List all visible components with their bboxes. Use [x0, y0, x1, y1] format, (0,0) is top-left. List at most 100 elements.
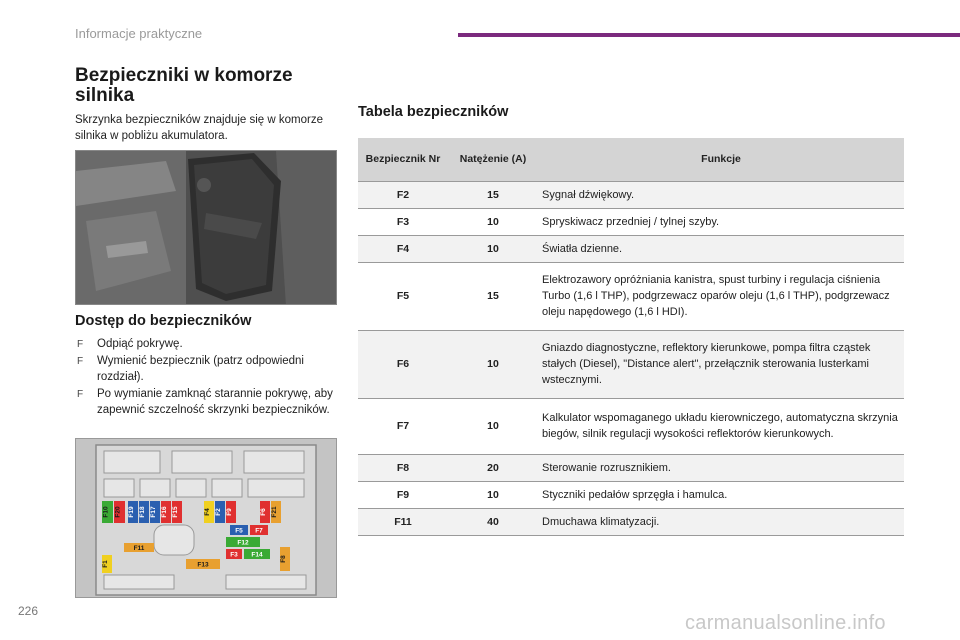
fuse-box-diagram: F10 F20 F19 F18 F17 F16 F15 F4 F2 F9 F6 … — [75, 438, 337, 598]
fuse-function: Sterowanie rozrusznikiem. — [538, 454, 904, 482]
step-bullet-icon: F — [77, 389, 84, 400]
svg-text:F15: F15 — [172, 506, 179, 518]
svg-text:F18: F18 — [139, 506, 146, 518]
access-steps-list: F Odpiąć pokrywę. F Wymienić bezpiecznik (… — [75, 336, 337, 419]
fuse-F20: F20 — [114, 501, 125, 523]
list-item: F Po wymianie zamknąć starannie pokrywę, … — [75, 386, 337, 418]
fuse-number: F5 — [358, 262, 448, 331]
fuse-amperage: 15 — [448, 262, 538, 331]
fuse-F17: F17 — [150, 501, 160, 523]
fuse-F2: F2 — [215, 501, 225, 523]
svg-text:F20: F20 — [115, 506, 122, 518]
fuse-amperage: 10 — [448, 330, 538, 399]
svg-text:F6: F6 — [260, 508, 267, 516]
fuse-F12: F12 — [226, 537, 260, 547]
fuse-F9: F9 — [226, 501, 236, 523]
fuse-number: F6 — [358, 330, 448, 399]
fuse-F18: F18 — [139, 501, 149, 523]
fuse-number: F8 — [358, 454, 448, 482]
svg-text:F19: F19 — [128, 506, 135, 518]
fuse-amperage: 40 — [448, 508, 538, 536]
fuse-amperage: 10 — [448, 208, 538, 236]
list-item: F Wymienić bezpiecznik (patrz odpowiedni … — [75, 353, 337, 385]
fuse-function: Dmuchawa klimatyzacji. — [538, 508, 904, 536]
fuse-function: Spryskiwacz przedniej / tylnej szyby. — [538, 208, 904, 236]
svg-text:F21: F21 — [271, 506, 278, 518]
fuse-F14: F14 — [244, 549, 270, 559]
svg-text:F12: F12 — [237, 540, 249, 547]
svg-text:F3: F3 — [230, 552, 238, 559]
header-accent-rule — [458, 33, 960, 37]
svg-text:F8: F8 — [280, 555, 287, 563]
step-text: Odpiąć pokrywę. — [97, 338, 183, 350]
table-row: F9 10 Styczniki pedałów sprzęgła i hamul… — [358, 481, 904, 509]
section-header: Informacje praktyczne — [75, 26, 203, 41]
svg-text:F5: F5 — [235, 528, 243, 535]
fuse-amperage: 15 — [448, 181, 538, 209]
fuse-number: F9 — [358, 481, 448, 509]
fuse-F5: F5 — [230, 525, 248, 535]
svg-text:F2: F2 — [215, 508, 222, 516]
fuse-F4: F4 — [204, 501, 214, 523]
fuse-number: F4 — [358, 235, 448, 263]
fuse-amperage: 10 — [448, 398, 538, 455]
fuse-F7: F7 — [250, 525, 268, 535]
table-row: F2 15 Sygnał dźwiękowy. — [358, 181, 904, 209]
table-header-row: Bezpiecznik Nr Natężenie (A) Funkcje — [358, 138, 904, 182]
svg-text:F7: F7 — [255, 528, 263, 535]
fuse-number: F3 — [358, 208, 448, 236]
step-bullet-icon: F — [77, 339, 84, 350]
fuse-number: F2 — [358, 181, 448, 209]
table-row: F3 10 Spryskiwacz przedniej / tylnej szy… — [358, 208, 904, 236]
fuse-table-title: Tabela bezpieczników — [358, 104, 509, 120]
fuse-function: Elektrozawory opróżniania kanistra, spus… — [538, 262, 904, 331]
table-row: F7 10 Kalkulator wspomaganego układu kie… — [358, 398, 904, 455]
svg-text:F1: F1 — [102, 560, 109, 568]
fuse-amperage: 20 — [448, 454, 538, 482]
table-row: F5 15 Elektrozawory opróżniania kanistra… — [358, 262, 904, 331]
svg-text:F11: F11 — [134, 545, 145, 552]
step-text: Po wymianie zamknąć starannie pokrywę, a… — [97, 388, 333, 416]
intro-text: Skrzynka bezpieczników znajduje się w ko… — [75, 114, 323, 142]
fuse-function: Sygnał dźwiękowy. — [538, 181, 904, 209]
fuse-function: Gniazdo diagnostyczne, reflektory kierun… — [538, 330, 904, 399]
fuse-F10: F10 — [102, 501, 113, 523]
fuse-F3: F3 — [226, 549, 242, 559]
svg-text:F10: F10 — [103, 506, 110, 518]
fuse-F6: F6 — [260, 501, 270, 523]
fuse-F15: F15 — [172, 501, 182, 523]
fuse-function: Światła dzienne. — [538, 235, 904, 263]
fuse-table: Bezpiecznik Nr Natężenie (A) Funkcje F2 … — [358, 138, 904, 536]
fuse-F1: F1 — [102, 555, 112, 573]
fuse-function: Kalkulator wspomaganego układu kierownic… — [538, 398, 904, 455]
table-row: F11 40 Dmuchawa klimatyzacji. — [358, 508, 904, 536]
fuse-amperage: 10 — [448, 235, 538, 263]
fuse-amperage: 10 — [448, 481, 538, 509]
fuse-F21: F21 — [271, 501, 281, 523]
engine-compartment-photo — [75, 150, 337, 305]
header-fuse-number: Bezpiecznik Nr — [358, 138, 448, 182]
svg-text:F4: F4 — [204, 508, 211, 516]
svg-text:F9: F9 — [226, 508, 233, 516]
fuse-number: F11 — [358, 508, 448, 536]
list-item: F Odpiąć pokrywę. — [75, 336, 337, 352]
page-number: 226 — [18, 604, 39, 618]
watermark: carmanualsonline.info — [685, 612, 886, 634]
table-row: F8 20 Sterowanie rozrusznikiem. — [358, 454, 904, 482]
header-functions: Funkcje — [538, 138, 904, 182]
step-text: Wymienić bezpiecznik (patrz odpowiedni r… — [97, 355, 304, 383]
fuse-F13: F13 — [186, 559, 220, 569]
fuse-F19: F19 — [128, 501, 138, 523]
page-title: Bezpieczniki w komorze silnika — [75, 65, 293, 106]
access-title: Dostęp do bezpieczników — [75, 313, 252, 329]
svg-text:F14: F14 — [251, 552, 263, 559]
table-row: F6 10 Gniazdo diagnostyczne, reflektory … — [358, 330, 904, 399]
svg-text:F13: F13 — [197, 562, 209, 569]
table-row: F4 10 Światła dzienne. — [358, 235, 904, 263]
fuse-number: F7 — [358, 398, 448, 455]
header-amperage: Natężenie (A) — [448, 138, 538, 182]
fuse-F11: F11 — [124, 543, 154, 552]
step-bullet-icon: F — [77, 356, 84, 367]
fuse-function: Styczniki pedałów sprzęgła i hamulca. — [538, 481, 904, 509]
svg-text:F16: F16 — [161, 506, 168, 518]
